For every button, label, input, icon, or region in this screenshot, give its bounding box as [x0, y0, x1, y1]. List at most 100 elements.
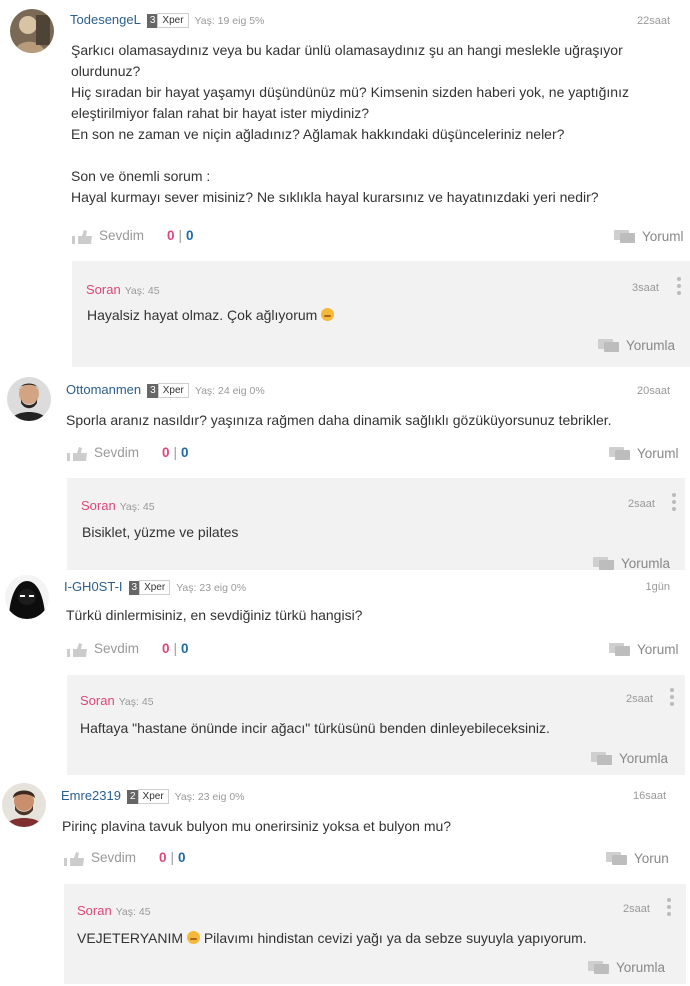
xper-badge: Xper — [139, 580, 171, 596]
like-count-pink: 0 — [167, 228, 175, 243]
answer-meta: Yaş: 45 — [115, 906, 151, 918]
thumb-up-icon[interactable] — [67, 643, 89, 657]
answer-author[interactable]: Soran — [86, 282, 121, 297]
avatar[interactable] — [7, 377, 51, 421]
comment-icon — [593, 557, 614, 570]
more-options-icon[interactable] — [670, 688, 674, 709]
comment-icon — [609, 643, 630, 656]
like-count-pink: 0 — [159, 850, 167, 865]
avatar[interactable] — [10, 9, 54, 53]
username-link[interactable]: TodesengeL — [70, 12, 141, 27]
answer-reply-button[interactable]: Yorumla — [593, 555, 670, 570]
question-text: Şarkıcı olamasaydınız veya bu kadar ünlü… — [71, 42, 629, 205]
answer-box: Soran Yaş: 45 2saat Haftaya "hastane önün… — [67, 675, 685, 775]
question-thread: TodesengeL 3 Xper Yaş: 19 eig 5% 22saat Şar… — [0, 0, 690, 370]
answer-user-row: Soran Yaş: 45 — [86, 282, 160, 297]
more-options-icon[interactable] — [667, 898, 671, 919]
user-meta: Yaş: 19 eig 5% — [194, 14, 265, 27]
username-row: Ottomanmen 3 Xper Yaş: 24 eig 0% — [66, 382, 265, 399]
like-count-blue: 0 — [178, 850, 186, 865]
answer-reply-button[interactable]: Yorumla — [598, 337, 675, 353]
user-meta: Yaş: 23 eig 0% — [174, 790, 245, 803]
smile-emoji-icon — [186, 931, 200, 944]
thumb-up-icon[interactable] — [64, 852, 86, 866]
reply-label: Yorumla — [621, 556, 671, 570]
reply-button[interactable]: Yoruml — [614, 228, 684, 244]
answer-meta: Yaş: 45 — [118, 696, 154, 708]
answer-box: Soran Yaş: 45 3saat Hayalsiz hayat olmaz.… — [72, 261, 690, 367]
answer-author[interactable]: Soran — [81, 498, 116, 513]
like-button[interactable]: Sevdim — [94, 641, 139, 656]
reply-label: Yorumla — [626, 338, 676, 353]
answer-reply-button[interactable]: Yorumla — [591, 750, 668, 766]
count-separator: | — [173, 445, 178, 460]
question-time: 1gün — [645, 581, 670, 593]
question-actions: Sevdim 0 | 0 Yoruml — [67, 641, 690, 661]
username-link[interactable]: Emre2319 — [61, 788, 121, 803]
like-counter: 0 | 0 — [159, 850, 186, 865]
thumb-up-icon[interactable] — [72, 230, 94, 244]
answer-reply-button[interactable]: Yorumla — [588, 959, 665, 975]
username-row: TodesengeL 3 Xper Yaş: 19 eig 5% — [70, 12, 265, 29]
question-time: 16saat — [632, 790, 666, 802]
like-count-pink: 0 — [162, 445, 170, 460]
answer-time: 3saat — [632, 282, 659, 294]
answer-user-row: Soran Yaş: 45 — [77, 903, 151, 918]
comment-icon — [591, 752, 612, 765]
comment-icon — [606, 852, 627, 865]
user-meta: Yaş: 24 eig 0% — [194, 384, 265, 397]
like-counter: 0 | 0 — [162, 641, 189, 656]
reply-label: Yoruml — [637, 642, 679, 657]
avatar[interactable] — [5, 575, 49, 619]
like-button[interactable]: Sevdim — [91, 850, 136, 865]
xper-badge: Xper — [157, 13, 189, 29]
question-time: 22saat — [636, 15, 670, 27]
user-meta: Yaş: 23 eig 0% — [176, 581, 247, 594]
like-button[interactable]: Sevdim — [99, 228, 144, 243]
answer-author[interactable]: Soran — [77, 903, 112, 918]
question-actions: Sevdim 0 | 0 Yoruml — [72, 228, 690, 248]
username-link[interactable]: Ottomanmen — [66, 382, 141, 397]
avatar[interactable] — [2, 783, 46, 827]
answer-box: Soran Yaş: 45 2saat Bisiklet, yüzme ve pi… — [67, 478, 685, 570]
username-row: Emre2319 2 Xper Yaş: 23 eig 0% — [61, 788, 245, 805]
question-actions: Sevdim 0 | 0 Yorun — [64, 850, 690, 870]
answer-text: Hayalsiz hayat olmaz. Çok ağlıyorum — [87, 307, 335, 323]
answer-user-row: Soran Yaş: 45 — [80, 693, 154, 708]
comment-icon — [609, 447, 630, 460]
smile-emoji-icon — [321, 308, 335, 321]
answer-time: 2saat — [626, 693, 653, 705]
username-link[interactable]: I-GH0ST-I — [64, 579, 123, 594]
answer-meta: Yaş: 45 — [119, 501, 155, 513]
like-button[interactable]: Sevdim — [94, 445, 139, 460]
count-separator: | — [173, 641, 178, 656]
username-row: I-GH0ST-I 3 Xper Yaş: 23 eig 0% — [64, 579, 247, 596]
count-separator: | — [178, 228, 183, 243]
answer-text: Bisiklet, yüzme ve pilates — [82, 524, 239, 540]
answer-meta: Yaş: 45 — [124, 285, 160, 297]
answer-author[interactable]: Soran — [80, 693, 115, 708]
answer-text: VEJETERYANIM Pilavımı hindistan cevizi y… — [77, 930, 587, 946]
question-text: Türkü dinlermisiniz, en sevdiğiniz türkü… — [66, 607, 363, 623]
answer-box: Soran Yaş: 45 2saat VEJETERYANIM Pilavımı… — [64, 884, 686, 984]
like-count-pink: 0 — [162, 641, 170, 656]
reply-button[interactable]: Yoruml — [609, 641, 679, 657]
question-thread: Emre2319 2 Xper Yaş: 23 eig 0% 16saat Pirin… — [0, 778, 690, 986]
thumb-up-icon[interactable] — [67, 447, 89, 461]
answer-time: 2saat — [628, 498, 655, 510]
like-count-blue: 0 — [186, 228, 194, 243]
answer-text: Haftaya "hastane önünde incir ağacı" tür… — [80, 720, 550, 736]
more-options-icon[interactable] — [672, 493, 676, 514]
question-actions: Sevdim 0 | 0 Yoruml — [67, 445, 690, 465]
reply-button[interactable]: Yorun — [606, 850, 669, 866]
more-options-icon[interactable] — [677, 277, 681, 298]
question-thread: Ottomanmen 3 Xper Yaş: 24 eig 0% 20saat Spo… — [0, 370, 690, 570]
reply-label: Yorun — [634, 851, 669, 866]
comment-icon — [614, 230, 635, 243]
reply-button[interactable]: Yoruml — [609, 445, 679, 461]
comment-icon — [588, 961, 609, 974]
comment-icon — [598, 339, 619, 352]
like-counter: 0 | 0 — [162, 445, 189, 460]
reply-label: Yorumla — [616, 960, 666, 975]
reply-label: Yoruml — [637, 446, 679, 461]
